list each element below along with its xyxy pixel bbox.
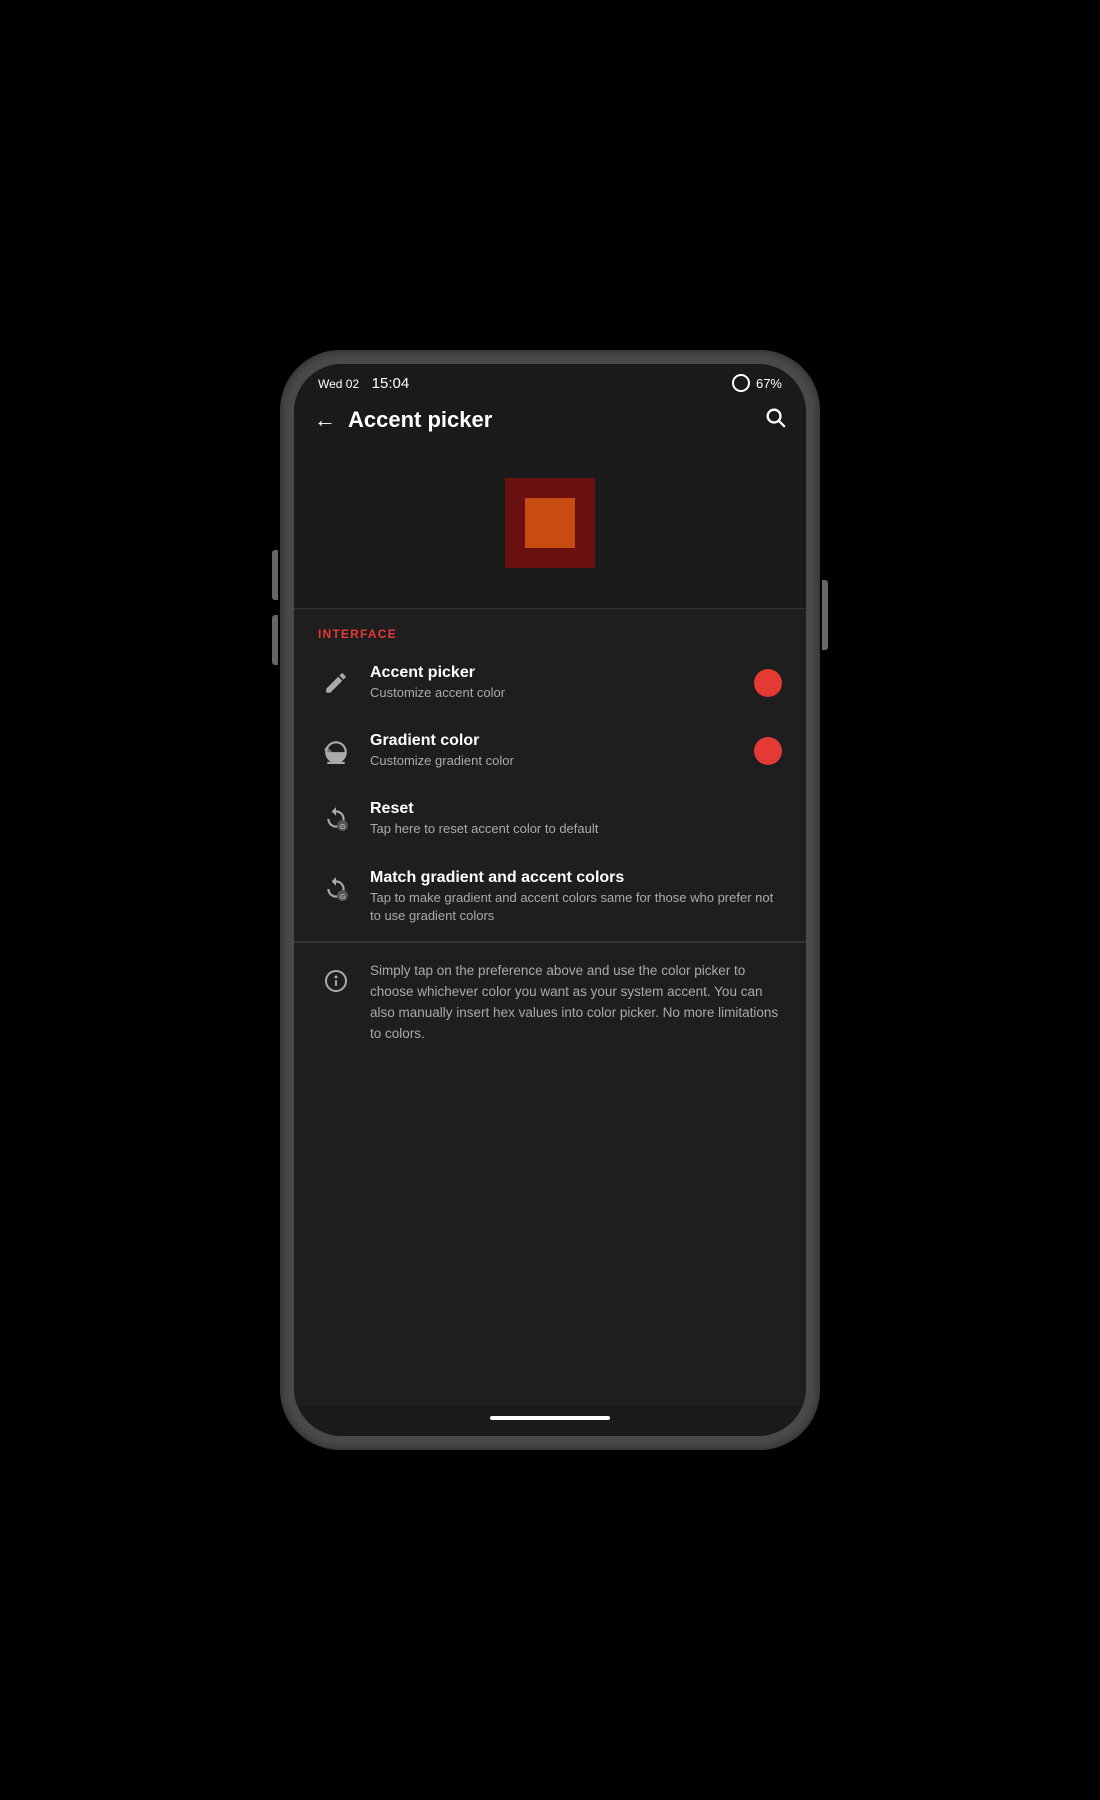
match-gradient-subtitle: Tap to make gradient and accent colors s… [370,889,782,925]
info-icon [318,963,354,999]
nav-bar-line [490,1416,610,1420]
reset-subtitle: Tap here to reset accent color to defaul… [370,820,782,838]
search-button[interactable] [764,406,786,434]
settings-item-reset[interactable]: G Reset Tap here to reset accent color t… [294,785,806,853]
top-bar: ← Accent picker [294,398,806,446]
reset-text: Reset Tap here to reset accent color to … [370,800,782,838]
settings-item-accent-picker[interactable]: Accent picker Customize accent color [294,649,806,717]
status-bar: Wed 02 15:04 67% [294,364,806,398]
svg-text:G: G [340,892,346,901]
color-preview-area [294,446,806,608]
color-swatch-outer [505,478,595,568]
power-button[interactable] [822,580,828,650]
accent-picker-subtitle: Customize accent color [370,684,754,702]
bottom-indicator [294,1406,806,1436]
svg-text:G: G [340,822,346,831]
status-time: Wed 02 15:04 [318,375,409,392]
info-section: Simply tap on the preference above and u… [294,942,806,1063]
info-text: Simply tap on the preference above and u… [370,961,782,1045]
status-right: 67% [732,374,782,392]
battery-icon [732,374,750,392]
gradient-color-icon [318,733,354,769]
reset-icon: G [318,801,354,837]
gradient-color-subtitle: Customize gradient color [370,752,754,770]
accent-picker-icon [318,665,354,701]
color-swatch-inner [525,498,575,548]
accent-picker-toggle[interactable] [754,669,782,697]
match-gradient-icon: G [318,871,354,907]
status-clock: 15:04 [372,375,410,392]
back-button[interactable]: ← [314,409,336,431]
gradient-color-title: Gradient color [370,732,754,750]
page-title: Accent picker [348,407,764,433]
volume-up-button[interactable] [272,550,278,600]
settings-list: INTERFACE Accent picker Customize accent… [294,609,806,1406]
match-gradient-text: Match gradient and accent colors Tap to … [370,869,782,925]
reset-title: Reset [370,800,782,818]
match-gradient-title: Match gradient and accent colors [370,869,782,887]
volume-down-button[interactable] [272,615,278,665]
settings-item-gradient-color[interactable]: Gradient color Customize gradient color [294,717,806,785]
battery-percent: 67% [756,376,782,391]
phone-frame: Wed 02 15:04 67% ← Accent picker [280,350,820,1450]
section-label-interface: INTERFACE [294,609,806,649]
gradient-color-text: Gradient color Customize gradient color [370,732,754,770]
accent-picker-title: Accent picker [370,664,754,682]
settings-item-match-gradient[interactable]: G Match gradient and accent colors Tap t… [294,853,806,941]
accent-picker-text: Accent picker Customize accent color [370,664,754,702]
phone-screen: Wed 02 15:04 67% ← Accent picker [294,364,806,1436]
status-date: Wed 02 [318,377,359,391]
gradient-color-toggle[interactable] [754,737,782,765]
